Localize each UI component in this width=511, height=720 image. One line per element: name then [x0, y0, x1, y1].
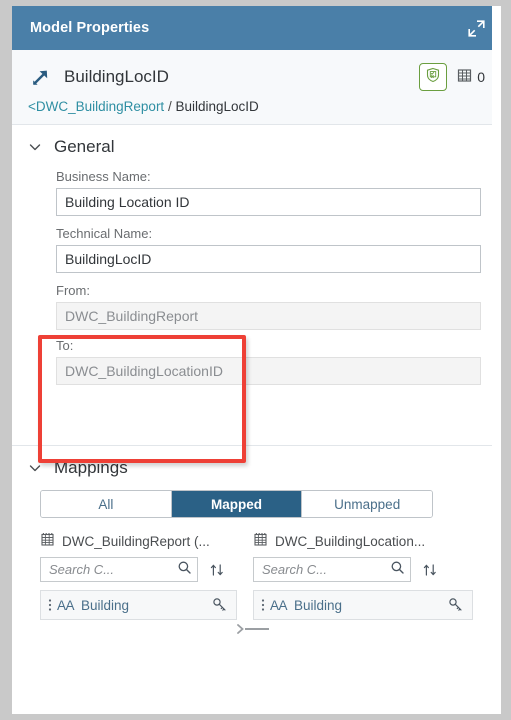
key-icon[interactable] [211, 597, 229, 613]
table-icon [40, 532, 55, 550]
field-to: To: DWC_BuildingLocationID [56, 338, 481, 385]
from-label: From: [56, 283, 90, 298]
record-count-value: 0 [477, 69, 485, 85]
target-item-type-icon: AA [270, 597, 288, 613]
source-search-placeholder: Search C... [49, 562, 115, 577]
tab-mapped[interactable]: Mapped [171, 491, 303, 517]
target-table-header: DWC_BuildingLocation... [253, 532, 473, 550]
technical-name-input[interactable]: BuildingLocID [56, 245, 481, 273]
source-search-input[interactable]: Search C... [40, 557, 198, 582]
field-business-name: Business Name: Building Location ID [56, 169, 481, 216]
breadcrumb-separator: / [167, 99, 172, 114]
mappings-section-title: Mappings [54, 458, 128, 477]
target-search-row: Search C... [253, 557, 473, 582]
general-fields: Business Name: Building Location ID Tech… [12, 163, 501, 407]
source-mapping-item[interactable]: AA Building [40, 590, 237, 620]
panel-right-edge [492, 6, 501, 714]
breadcrumb: <DWC_BuildingReport / BuildingLocID [28, 99, 485, 114]
technical-name-label: Technical Name: [56, 226, 153, 241]
shield-check-icon [425, 67, 441, 88]
mappings-section-header[interactable]: Mappings [12, 446, 501, 484]
expand-icon [467, 19, 486, 38]
mapping-connector [237, 624, 269, 634]
to-label: To: [56, 338, 74, 353]
source-table-name: DWC_BuildingReport (... [62, 533, 210, 549]
connector-arrow-icon [237, 624, 244, 634]
search-icon[interactable] [177, 560, 192, 580]
mapping-source-column: DWC_BuildingReport (... Search C... AA B… [40, 532, 237, 620]
target-mapping-item[interactable]: AA Building [253, 590, 473, 620]
association-arrow-icon [28, 64, 54, 90]
mappings-body: All Mapped Unmapped DWC_BuildingReport (… [12, 484, 501, 634]
mapping-columns: DWC_BuildingReport (... Search C... AA B… [40, 532, 481, 634]
from-input: DWC_BuildingReport [56, 302, 481, 330]
mapping-target-column: DWC_BuildingLocation... Search C... AA B… [253, 532, 473, 620]
target-search-input[interactable]: Search C... [253, 557, 411, 582]
general-section: General Business Name: Building Location… [12, 125, 501, 445]
chevron-down-icon[interactable] [28, 461, 42, 475]
object-header-actions: 0 [419, 63, 485, 91]
general-section-spacer [12, 407, 501, 445]
breadcrumb-current: BuildingLocID [175, 99, 259, 114]
tab-all[interactable]: All [41, 491, 172, 517]
source-item-label: Building [81, 597, 130, 613]
tab-unmapped[interactable]: Unmapped [302, 491, 432, 517]
expand-button[interactable] [461, 13, 491, 43]
screen-root: Model Properties BuildingLocID 0 <DWC_Bu… [0, 0, 511, 720]
panel-title: Model Properties [30, 20, 150, 36]
panel-titlebar: Model Properties [12, 6, 501, 50]
field-from: From: DWC_BuildingReport [56, 283, 481, 330]
source-sort-icon[interactable] [207, 560, 227, 580]
mappings-section: Mappings All Mapped Unmapped DWC_Buildin… [12, 446, 501, 634]
target-item-label: Building [294, 597, 343, 613]
field-technical-name: Technical Name: BuildingLocID [56, 226, 481, 273]
object-header-row: BuildingLocID 0 [28, 62, 485, 92]
breadcrumb-parent-link[interactable]: <DWC_BuildingReport [28, 99, 164, 114]
key-icon[interactable] [447, 597, 465, 613]
drag-handle-icon[interactable] [258, 597, 267, 613]
object-title: BuildingLocID [64, 67, 169, 86]
general-section-title: General [54, 137, 115, 156]
chevron-down-icon[interactable] [28, 140, 42, 154]
source-search-row: Search C... [40, 557, 237, 582]
target-search-placeholder: Search C... [262, 562, 328, 577]
table-icon [253, 532, 268, 550]
model-properties-panel: Model Properties BuildingLocID 0 <DWC_Bu… [12, 6, 501, 714]
source-item-type-icon: AA [57, 597, 75, 613]
to-input: DWC_BuildingLocationID [56, 357, 481, 385]
general-section-header[interactable]: General [12, 125, 501, 163]
validation-shield-button[interactable] [419, 63, 448, 91]
drag-handle-icon[interactable] [45, 597, 54, 613]
table-grid-icon [457, 68, 472, 86]
mapping-filter-tabs: All Mapped Unmapped [40, 490, 433, 518]
search-icon[interactable] [390, 560, 405, 580]
business-name-input[interactable]: Building Location ID [56, 188, 481, 216]
record-count-group: 0 [457, 68, 485, 86]
object-header: BuildingLocID 0 <DWC_BuildingReport / Bu… [12, 50, 501, 125]
business-name-label: Business Name: [56, 169, 151, 184]
target-table-name: DWC_BuildingLocation... [275, 533, 426, 549]
connector-line [245, 628, 269, 630]
source-table-header: DWC_BuildingReport (... [40, 532, 237, 550]
target-sort-icon[interactable] [420, 560, 440, 580]
